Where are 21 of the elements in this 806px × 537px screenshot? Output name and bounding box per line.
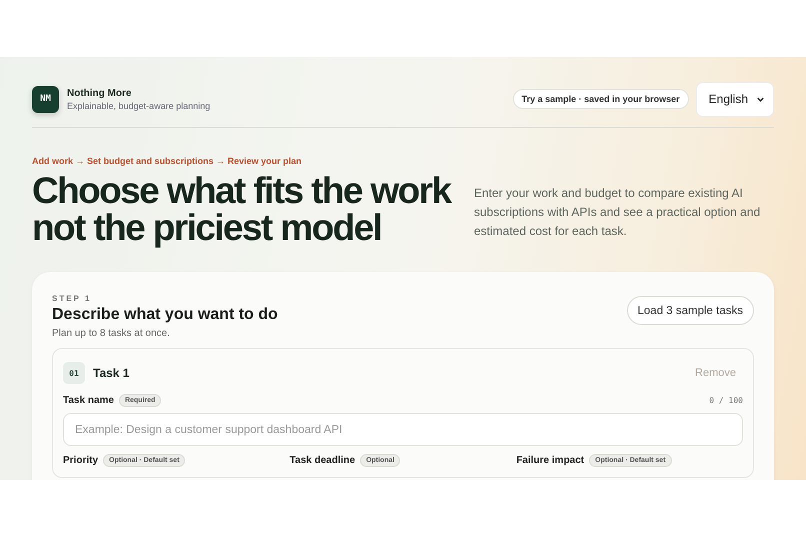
task-number: 01	[63, 362, 85, 384]
task-name-field[interactable]: Example: Design a customer support dashboard API	[63, 413, 743, 446]
brand-name: Nothing More	[67, 88, 132, 98]
field-label: Priority	[63, 455, 98, 466]
field-label: Task name	[63, 395, 114, 406]
task-title: Task 1	[93, 366, 130, 380]
logo-badge[interactable]: NM	[32, 86, 59, 112]
page-heading: Choose what fits the work not the priciest model	[32, 172, 452, 246]
load-samples-button[interactable]: Load 3 sample tasks	[626, 296, 754, 325]
breadcrumb: Add work → Set budget and subscriptions → Review your plan	[32, 156, 303, 166]
field-label: Task deadline	[290, 455, 356, 466]
step-subtitle: Plan up to 8 tasks at once.	[52, 328, 171, 339]
sample-badge: Try a sample · saved in your browser	[512, 89, 689, 109]
tagline: Explainable, budget-aware planning	[67, 100, 210, 110]
language-select[interactable]: English	[696, 82, 774, 116]
chevron-down-icon	[756, 94, 765, 104]
step-title: Describe what you want to do	[52, 306, 278, 324]
character-counter: 0 / 100	[709, 396, 743, 405]
step-label: STEP 1	[52, 294, 92, 303]
description: Enter your work and budget to compare existing AI subscriptions with APIs and see a practical option and estimated cost for each task.	[474, 185, 762, 240]
field-label: Failure impact	[516, 455, 584, 466]
